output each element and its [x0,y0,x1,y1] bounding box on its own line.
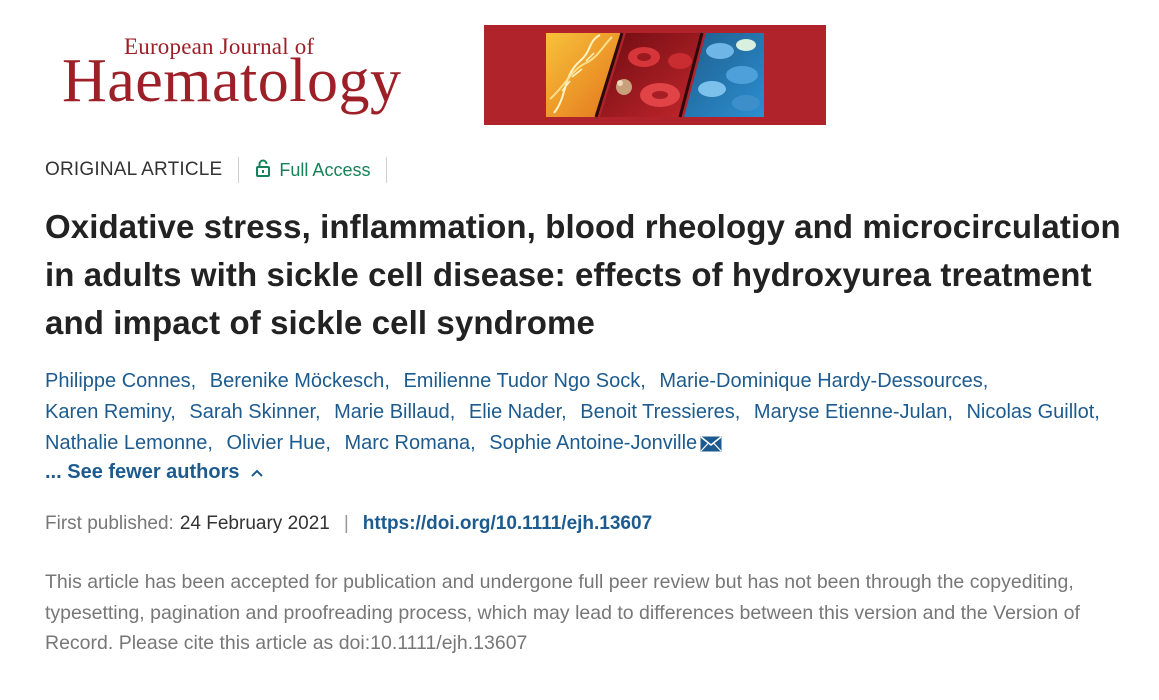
article-title: Oxidative stress, inflammation, blood rh… [45,208,1121,341]
author-link[interactable]: Nicolas Guillot [966,401,1094,423]
author-link[interactable]: Marie Billaud [334,401,450,423]
lock-open-icon [255,159,271,182]
envelope-icon[interactable] [700,431,722,462]
publication-info: First published: 24 February 2021 | http… [45,513,652,535]
author-list: Philippe Connes, Berenike Möckesch, Emil… [45,366,1135,462]
article-meta-row: ORIGINAL ARTICLE Full Access [45,156,403,184]
accepted-article-notice: This article has been accepted for publi… [45,571,1080,654]
first-published-label: First published: [45,513,174,534]
author-link[interactable]: Maryse Etienne-Julan [754,401,947,423]
author-link[interactable]: Olivier Hue [226,432,325,454]
author-link[interactable]: Elie Nader [469,401,561,423]
doi-link[interactable]: https://doi.org/10.1111/ejh.13607 [363,513,652,535]
see-fewer-label: ... See fewer authors [45,461,240,483]
author-link[interactable]: Sarah Skinner [189,401,315,423]
author-link[interactable]: Karen Reminy [45,401,170,423]
journal-cover-banner[interactable] [484,25,826,125]
author-link[interactable]: Berenike Möckesch [210,370,385,392]
divider [238,157,240,183]
first-published-date: 24 February 2021 [179,513,330,534]
publication-separator: | [343,513,349,534]
author-link[interactable]: Nathalie Lemonne [45,432,207,454]
article-type-label: ORIGINAL ARTICLE [45,159,223,180]
author-link[interactable]: Sophie Antoine-Jonville [489,432,697,454]
author-link[interactable]: Marc Romana [345,432,471,454]
author-link[interactable]: Benoit Tressieres [580,401,735,423]
banner-artwork [484,25,826,125]
access-badge: Full Access [255,159,370,182]
journal-name-big: Haematology [62,47,402,115]
see-fewer-authors-toggle[interactable]: ... See fewer authors [45,461,264,484]
journal-logo[interactable]: European Journal of Haematology [62,34,472,124]
author-link[interactable]: Philippe Connes [45,370,191,392]
author-link[interactable]: Marie-Dominique Hardy-Dessources [659,370,982,392]
chevron-up-icon [250,461,264,484]
article-page: European Journal of Haematology ORIGINAL… [0,0,1159,700]
divider [386,157,388,183]
author-link[interactable]: Emilienne Tudor Ngo Sock [403,370,640,392]
access-label: Full Access [279,159,371,180]
